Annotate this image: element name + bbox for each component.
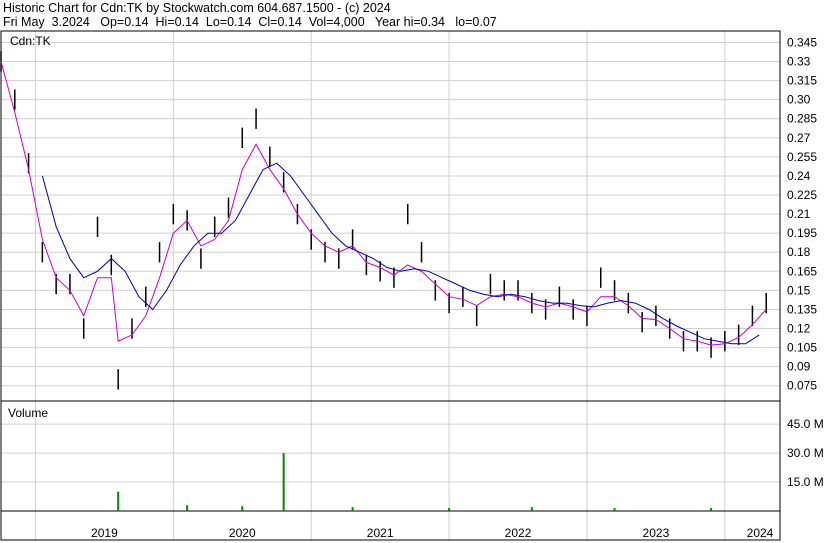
volume-axis: 45.0 M 30.0 M 15.0 M — [787, 417, 824, 489]
price-tick-label: 0.135 — [787, 302, 817, 316]
price-tick-label: 0.12 — [787, 322, 811, 336]
price-tick-label: 0.21 — [787, 207, 811, 221]
price-bars — [0, 51, 767, 390]
price-tick-label: 0.075 — [787, 379, 817, 393]
volume-bar — [710, 508, 713, 511]
price-tick-label: 0.285 — [787, 112, 817, 126]
price-panel-label: Cdn:TK — [10, 34, 51, 48]
volume-bar — [117, 491, 120, 511]
date-tick-label: 2024 — [747, 526, 774, 540]
date-tick-label: 2023 — [643, 526, 670, 540]
price-tick-label: 0.09 — [787, 360, 811, 374]
price-panel-frame — [0, 30, 781, 402]
price-tick-label: 0.15 — [787, 283, 811, 297]
price-tick-label: 0.345 — [787, 35, 817, 49]
volume-tick-label: 45.0 M — [787, 417, 824, 431]
volume-bar — [282, 453, 285, 511]
moving-averages — [0, 61, 767, 346]
short-moving-average-line — [0, 61, 767, 346]
volume-bar — [530, 507, 533, 511]
price-tick-label: 0.30 — [787, 93, 811, 107]
volume-bar — [241, 506, 244, 511]
volume-tick-label: 30.0 M — [787, 446, 824, 460]
date-tick-label: 2019 — [91, 526, 118, 540]
volume-bar — [186, 505, 189, 511]
date-tick-label: 2020 — [229, 526, 256, 540]
price-tick-label: 0.255 — [787, 150, 817, 164]
price-tick-label: 0.165 — [787, 264, 817, 278]
price-tick-label: 0.18 — [787, 245, 811, 259]
grid-lines — [1, 31, 780, 540]
date-tick-label: 2021 — [367, 526, 394, 540]
volume-bar — [351, 507, 354, 511]
volume-panel-label: Volume — [8, 406, 48, 420]
date-axis: 2019 2020 2021 2022 2023 2024 — [91, 526, 774, 540]
date-tick-label: 2022 — [505, 526, 532, 540]
stock-chart: 0.345 0.33 0.315 0.30 0.285 0.27 0.255 0.24 0.22… — [0, 30, 824, 541]
volume-tick-label: 15.0 M — [787, 475, 824, 489]
price-axis: 0.345 0.33 0.315 0.30 0.285 0.27 0.255 0.24 0.22… — [787, 35, 817, 392]
volume-bar — [448, 508, 451, 511]
price-tick-label: 0.105 — [787, 341, 817, 355]
price-tick-label: 0.225 — [787, 188, 817, 202]
price-tick-label: 0.24 — [787, 169, 811, 183]
volume-bar — [613, 508, 616, 511]
price-tick-label: 0.27 — [787, 131, 811, 145]
price-tick-label: 0.33 — [787, 55, 811, 69]
price-tick-label: 0.195 — [787, 226, 817, 240]
price-tick-label: 0.315 — [787, 74, 817, 88]
long-moving-average-line — [41, 162, 760, 345]
